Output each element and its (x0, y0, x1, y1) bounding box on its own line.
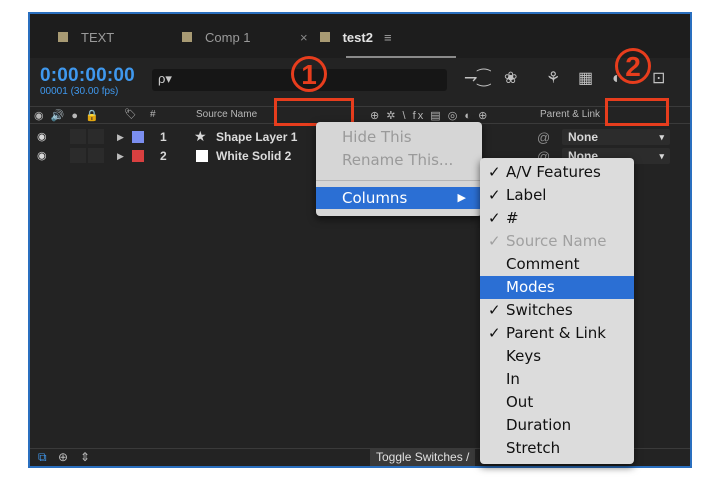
search-icon: ρ▾ (158, 71, 172, 86)
comp-flowchart-icon[interactable]: ⧉ (38, 450, 47, 465)
menu-item-columns[interactable]: Columns ▶ (316, 187, 482, 209)
checkmark-icon: ✓ (488, 163, 501, 181)
number-header[interactable]: # (150, 109, 156, 120)
context-menu: Hide This Rename This... Columns ▶ (316, 122, 482, 216)
draft-3d-icon[interactable]: ⇁⁐ (464, 70, 490, 88)
submenu-item[interactable]: Comment (480, 253, 634, 276)
submenu-item[interactable]: ✓ # (480, 207, 634, 230)
layer-name[interactable]: White Solid 2 (216, 149, 291, 163)
submenu-item-label: Comment (506, 255, 580, 273)
close-icon[interactable]: × (300, 30, 308, 45)
av-features-header[interactable]: ◉ 🔊 ● 🔒 (34, 109, 101, 122)
pickwhip-icon[interactable]: @ (537, 130, 550, 145)
checkmark-icon: ✓ (488, 324, 501, 342)
submenu-item[interactable]: Stretch (480, 437, 634, 460)
twirl-arrow-icon[interactable]: ▶ (117, 151, 124, 162)
motion-blur-icon[interactable]: ▦ (578, 70, 593, 88)
active-tab-indicator (346, 56, 456, 58)
tab-label: TEXT (81, 29, 115, 45)
chevron-down-icon: ▾ (659, 132, 664, 142)
tab-test2[interactable]: × test2 ≡ (300, 28, 392, 46)
submenu-item[interactable]: ✓ A/V Features (480, 161, 634, 184)
audio-toggle[interactable] (70, 148, 86, 163)
shy-icon[interactable]: ❀ (504, 70, 517, 88)
solo-toggle[interactable] (88, 129, 104, 144)
checkmark-icon: ✓ (488, 301, 501, 319)
eye-icon[interactable]: ◉ (37, 130, 47, 143)
submenu-item[interactable]: ✓ Source Name (480, 230, 634, 253)
callout-number-2: 2 (615, 48, 651, 84)
menu-item-hide-this[interactable]: Hide This (316, 126, 482, 148)
current-time-display[interactable]: 0:00:00:00 (40, 65, 135, 87)
menu-item-rename-this[interactable]: Rename This... (316, 149, 482, 171)
frame-blend-icon[interactable]: ⚘ (546, 70, 560, 88)
layer-name[interactable]: Shape Layer 1 (216, 130, 297, 144)
submenu-item[interactable]: ✓ Label (480, 184, 634, 207)
submenu-item-label: A/V Features (506, 163, 601, 181)
submenu-item[interactable]: ✓ Parent & Link (480, 322, 634, 345)
submenu-item-label: Duration (506, 416, 572, 434)
comp-swatch-icon (182, 32, 192, 42)
audio-toggle[interactable] (70, 129, 86, 144)
layer-number: 2 (160, 149, 167, 163)
comp-swatch-icon (319, 32, 330, 42)
frame-rate-readout: 00001 (30.00 fps) (40, 86, 119, 97)
star-icon: ★ (194, 128, 207, 144)
callout-number-1: 1 (291, 56, 327, 92)
parent-dropdown[interactable]: None ▾ (562, 129, 670, 145)
panel-menu-icon[interactable]: ≡ (384, 30, 392, 45)
switches-header[interactable]: ⊕ ✲ \ fx ▤ ◎ ◐ ⊕ (370, 109, 489, 122)
menu-item-label: Columns (342, 189, 408, 207)
checkmark-icon: ✓ (488, 209, 501, 227)
eye-icon[interactable]: ◉ (37, 149, 47, 162)
submenu-item-label: Out (506, 393, 534, 411)
checkmark-icon: ✓ (488, 186, 501, 204)
menu-divider (316, 180, 482, 181)
submenu-item[interactable]: Keys (480, 345, 634, 368)
label-color-chip[interactable] (132, 150, 144, 162)
graph-editor-icon[interactable]: ⊡ (652, 70, 665, 88)
parent-value: None (568, 130, 598, 144)
checkmark-icon: ✓ (488, 232, 501, 250)
submenu-arrow-icon: ▶ (457, 191, 466, 204)
tab-label: test2 (342, 29, 373, 45)
solid-swatch-icon (196, 150, 208, 162)
submenu-item[interactable]: Modes (480, 276, 634, 299)
submenu-item[interactable]: Out (480, 391, 634, 414)
submenu-item[interactable]: In (480, 368, 634, 391)
columns-submenu: ✓ A/V Features ✓ Label ✓ # ✓ Source Name Comment… (480, 158, 634, 464)
submenu-item-label: Stretch (506, 439, 561, 457)
submenu-item[interactable]: Duration (480, 414, 634, 437)
label-color-chip[interactable] (132, 131, 144, 143)
tab-text[interactable]: TEXT (58, 28, 114, 46)
chevron-down-icon: ▾ (659, 151, 664, 161)
tab-bar: TEXT Comp 1 × test2 ≡ (30, 14, 690, 58)
transfer-controls-icon[interactable]: ⇕ (80, 450, 90, 464)
callout-box-2 (605, 98, 669, 126)
tab-label: Comp 1 (205, 29, 251, 45)
submenu-item-label: Parent & Link (506, 324, 606, 342)
submenu-item[interactable]: ✓ Switches (480, 299, 634, 322)
parent-link-header[interactable]: Parent & Link (540, 109, 600, 120)
tab-comp-1[interactable]: Comp 1 (182, 28, 251, 46)
layer-number: 1 (160, 130, 167, 144)
submenu-item-label: # (506, 209, 519, 227)
submenu-item-label: Modes (506, 278, 555, 296)
layer-switches-icon[interactable]: ⊕ (58, 450, 68, 464)
twirl-arrow-icon[interactable]: ▶ (117, 132, 124, 143)
label-header-icon[interactable]: 🏷 (124, 109, 137, 120)
submenu-item-label: Source Name (506, 232, 607, 250)
toggle-switches-modes-button[interactable]: Toggle Switches / (370, 448, 476, 466)
submenu-item-label: Label (506, 186, 547, 204)
submenu-item-label: In (506, 370, 520, 388)
source-name-header[interactable]: Source Name (196, 109, 257, 120)
submenu-item-label: Keys (506, 347, 542, 365)
submenu-item-label: Switches (506, 301, 573, 319)
solo-toggle[interactable] (88, 148, 104, 163)
comp-swatch-icon (58, 32, 68, 42)
